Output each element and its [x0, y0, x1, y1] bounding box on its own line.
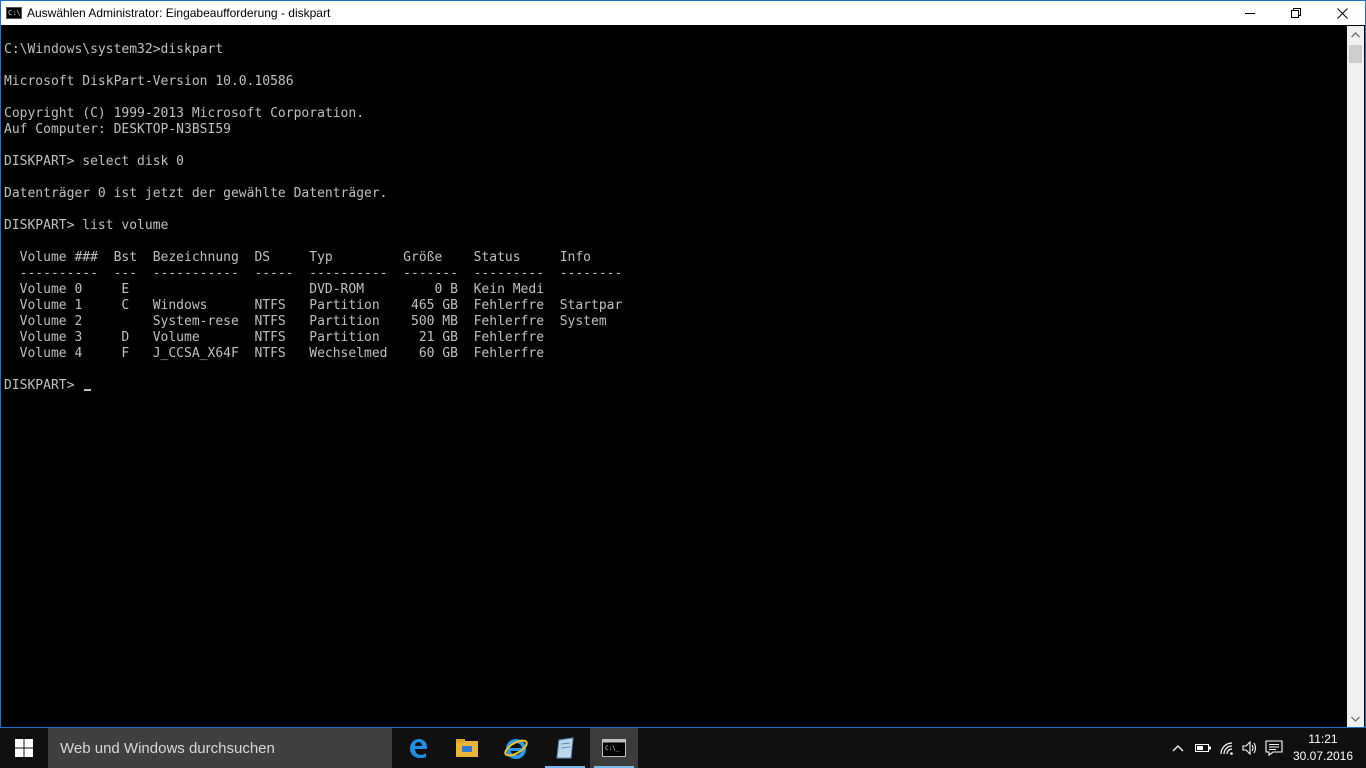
edge-icon: [410, 739, 427, 758]
svg-text:C:\_: C:\_: [605, 745, 620, 752]
table-row: Volume 0 E DVD-ROM 0 B Kein Medi: [4, 282, 545, 297]
taskbar-app-cmd[interactable]: C:\_: [590, 728, 638, 768]
chevron-up-icon: [1172, 745, 1184, 752]
file-explorer-icon: [456, 739, 478, 757]
chevron-up-icon: [1351, 31, 1360, 37]
wifi-icon: [1220, 742, 1233, 755]
prompt-line[interactable]: DISKPART>: [4, 378, 92, 394]
search-placeholder: Web und Windows durchsuchen: [60, 739, 275, 757]
table-header: Volume ### Bst Bezeichnung DS Typ Größe …: [4, 250, 591, 265]
console-line: C:\Windows\system32>diskpart: [4, 42, 224, 57]
battery-icon: [1195, 744, 1211, 752]
window-title: Auswählen Administrator: Eingabeaufforde…: [27, 6, 331, 20]
console-line: DISKPART> list volume: [4, 218, 169, 233]
minimize-button[interactable]: [1227, 1, 1273, 25]
restore-icon: [1291, 8, 1301, 18]
close-icon: [1336, 7, 1348, 19]
battery-button[interactable]: [1191, 728, 1215, 768]
notepad-icon: [556, 737, 574, 759]
table-row: Volume 3 D Volume NTFS Partition 21 GB F…: [4, 330, 545, 345]
taskbar-app-ie[interactable]: [492, 728, 540, 768]
prompt-text: DISKPART>: [4, 378, 83, 393]
table-row: Volume 4 F J_CCSA_X64F NTFS Wechselmed 6…: [4, 346, 545, 361]
console-window[interactable]: C:\ Auswählen Administrator: Eingabeauff…: [0, 0, 1366, 728]
title-bar[interactable]: C:\ Auswählen Administrator: Eingabeauff…: [1, 1, 1365, 25]
console-output[interactable]: C:\Windows\system32>diskpart Microsoft D…: [2, 26, 1348, 727]
taskbar-app-explorer[interactable]: [443, 728, 491, 768]
chevron-down-icon: [1351, 716, 1360, 722]
command-prompt-icon: C:\_: [602, 739, 626, 757]
table-row: Volume 1 C Windows NTFS Partition 465 GB…: [4, 298, 623, 313]
taskbar-app-notepad[interactable]: [541, 728, 589, 768]
notification-icon: [1265, 740, 1283, 756]
action-center-button[interactable]: [1262, 728, 1286, 768]
table-separator: ---------- --- ----------- ----- -------…: [4, 266, 623, 281]
table-row: Volume 2 System-rese NTFS Partition 500 …: [4, 314, 607, 329]
clock-date: 30.07.2016: [1292, 749, 1354, 763]
clock-time: 11:21: [1308, 732, 1338, 746]
speaker-icon: [1242, 741, 1257, 755]
scroll-down-button[interactable]: [1347, 710, 1364, 727]
scroll-up-button[interactable]: [1347, 26, 1364, 43]
taskbar-app-edge[interactable]: [394, 728, 442, 768]
volume-button[interactable]: [1238, 728, 1262, 768]
console-line: Microsoft DiskPart-Version 10.0.10586: [4, 74, 294, 89]
text-cursor: [84, 389, 92, 391]
windows-logo-icon: [15, 739, 33, 757]
internet-explorer-icon: [504, 739, 528, 759]
console-line: Datenträger 0 ist jetzt der gewählte Dat…: [4, 186, 388, 201]
show-hidden-icons-button[interactable]: [1166, 728, 1190, 768]
start-button[interactable]: [0, 728, 48, 768]
clock[interactable]: 11:21 30.07.2016: [1290, 728, 1356, 768]
search-input[interactable]: Web und Windows durchsuchen: [48, 728, 392, 768]
command-prompt-icon[interactable]: C:\: [6, 7, 22, 19]
taskbar: Web und Windows durchsuchen C:\_ 11:21 3…: [0, 728, 1366, 768]
network-button[interactable]: [1215, 728, 1239, 768]
minimize-icon: [1245, 13, 1255, 14]
window-controls: [1227, 1, 1365, 25]
scroll-thumb[interactable]: [1349, 45, 1362, 63]
console-line: DISKPART> select disk 0: [4, 154, 185, 169]
close-button[interactable]: [1319, 1, 1365, 25]
vertical-scrollbar[interactable]: [1347, 26, 1364, 727]
console-line: Copyright (C) 1999-2013 Microsoft Corpor…: [4, 106, 365, 121]
console-line: Auf Computer: DESKTOP-N3BSI59: [4, 122, 231, 137]
restore-button[interactable]: [1273, 1, 1319, 25]
